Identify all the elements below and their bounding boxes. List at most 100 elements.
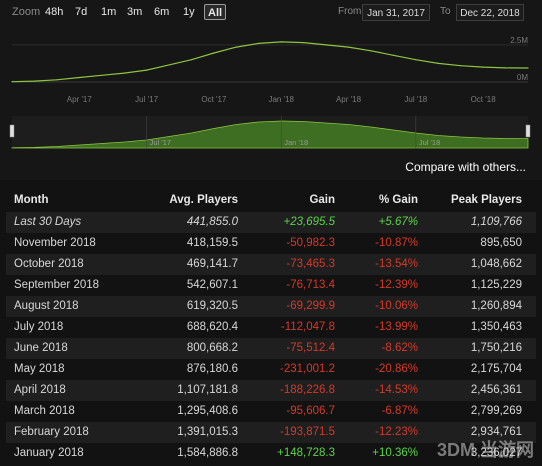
- data-point: [482, 66, 484, 68]
- cell-gain: -75,512.4: [286, 342, 335, 354]
- cell-peak-players: 2,456,361: [470, 384, 522, 396]
- cell-month: May 2018: [14, 363, 65, 375]
- data-point: [213, 52, 215, 54]
- navigator-tick-label: Jul '17: [150, 138, 171, 147]
- table-row: June 2018 800,668.2 -75,512.4 -8.62% 1,750,2…: [6, 338, 536, 359]
- cell-gain: -193,871.5: [280, 426, 335, 438]
- zoom-3m-button[interactable]: 3m: [124, 4, 145, 20]
- cell-pct-gain: +10.36%: [372, 447, 418, 459]
- x-tick-label: Jan '18: [268, 95, 294, 104]
- data-point: [258, 42, 260, 44]
- cell-pct-gain: -12.39%: [375, 279, 418, 291]
- cell-month: January 2018: [14, 447, 84, 459]
- from-label: From: [338, 6, 362, 17]
- cell-peak-players: 2,175,704: [470, 363, 522, 375]
- zoom-all-button[interactable]: All: [204, 4, 227, 20]
- data-point: [437, 62, 439, 65]
- cell-pct-gain: -20.86%: [375, 363, 418, 375]
- cell-month: September 2018: [14, 279, 100, 291]
- table-row: August 2018 619,320.5 -69,299.9 -10.06% 1,26…: [6, 296, 536, 317]
- data-point: [347, 46, 350, 48]
- header-month: Month: [14, 194, 49, 206]
- cell-month: June 2018: [14, 342, 68, 354]
- table-row: May 2018 876,180.6 -231,001.2 -20.86% 2,175,…: [6, 359, 536, 380]
- header-gain: Gain: [309, 194, 335, 206]
- data-point: [370, 50, 372, 52]
- x-tick-label: Apr '17: [67, 95, 93, 104]
- cell-avg-players: 1,391,015.3: [177, 426, 238, 438]
- x-tick-label: Apr '18: [336, 95, 362, 104]
- table-row: October 2018 469,141.7 -73,465.3 -13.54% 1,0…: [6, 254, 536, 275]
- x-tick-label: Oct '17: [201, 95, 227, 104]
- y-tick-label: 2.5M: [510, 36, 528, 45]
- to-date-input[interactable]: Dec 22, 2018: [456, 4, 524, 21]
- cell-month: Last 30 Days: [14, 216, 82, 228]
- table-header: Month Avg. Players Gain % Gain Peak Play…: [6, 188, 536, 212]
- data-point: [33, 80, 36, 82]
- cell-pct-gain: -10.87%: [375, 237, 418, 249]
- cell-month: October 2018: [14, 258, 84, 270]
- x-tick-label: Jul '17: [135, 95, 158, 104]
- cell-gain: -50,982.3: [286, 237, 335, 249]
- cell-gain: +23,695.5: [283, 216, 335, 228]
- cell-month: March 2018: [14, 405, 75, 417]
- chart-panel: Zoom 48h 7d 1m 3m 6m 1y All From Jan 31,…: [0, 0, 542, 180]
- cell-pct-gain: -6.87%: [381, 405, 418, 417]
- data-point: [460, 65, 462, 67]
- cell-peak-players: 1,350,463: [470, 321, 522, 333]
- cell-month: July 2018: [14, 321, 64, 333]
- cell-month: November 2018: [14, 237, 96, 249]
- cell-gain: -73,465.3: [286, 258, 335, 270]
- cell-gain: -231,001.2: [280, 363, 335, 375]
- data-point: [392, 54, 394, 56]
- data-point: [101, 74, 103, 76]
- zoom-bar: Zoom 48h 7d 1m 3m 6m 1y All From Jan 31,…: [0, 0, 542, 26]
- cell-pct-gain: -8.62%: [381, 342, 418, 354]
- monthly-stats-table: Month Avg. Players Gain % Gain Peak Play…: [6, 188, 536, 464]
- cell-avg-players: 441,855.0: [186, 216, 238, 228]
- header-avg-players: Avg. Players: [169, 194, 238, 206]
- cell-avg-players: 876,180.6: [186, 363, 238, 375]
- data-point: [11, 81, 13, 83]
- table-row: November 2018 418,159.5 -50,982.3 -10.87% 89…: [6, 233, 536, 254]
- cell-pct-gain: +5.67%: [378, 216, 418, 228]
- x-tick-label: Jul '18: [404, 95, 427, 104]
- navigator-left-handle[interactable]: [9, 124, 15, 138]
- table-row: April 2018 1,107,181.8 -188,226.8 -14.53% 2,…: [6, 380, 536, 401]
- cell-avg-players: 800,668.2: [186, 342, 238, 354]
- data-point: [235, 46, 237, 48]
- zoom-6m-button[interactable]: 6m: [151, 4, 172, 20]
- cell-avg-players: 1,584,886.8: [177, 447, 238, 459]
- data-point: [190, 59, 193, 61]
- zoom-label: Zoom: [12, 6, 41, 18]
- watermark: 3DM 当游网: [436, 440, 534, 460]
- table-row: March 2018 1,295,408.6 -95,606.7 -6.87% 2,79…: [6, 401, 536, 422]
- cell-pct-gain: -13.99%: [375, 321, 418, 333]
- navigator-right-handle[interactable]: [525, 124, 531, 138]
- cell-month: February 2018: [14, 426, 89, 438]
- data-point: [168, 64, 170, 66]
- table-body: Last 30 Days 441,855.0 +23,695.5 +5.67% 1,10…: [6, 212, 536, 464]
- cell-month: April 2018: [14, 384, 66, 396]
- from-date-input[interactable]: Jan 31, 2017: [362, 4, 430, 21]
- y-tick-label: 0M: [517, 73, 528, 82]
- table-row: Last 30 Days 441,855.0 +23,695.5 +5.67% 1,10…: [6, 212, 536, 233]
- data-point: [123, 72, 125, 74]
- x-tick-label: Oct '18: [471, 95, 497, 104]
- navigator-chart[interactable]: Jul '17 Jan '18 Jul '18: [0, 114, 542, 150]
- cell-pct-gain: -14.53%: [375, 384, 418, 396]
- compare-link[interactable]: Compare with others...: [405, 160, 526, 174]
- cell-peak-players: 2,799,269: [470, 405, 522, 417]
- cell-avg-players: 1,107,181.8: [177, 384, 238, 396]
- zoom-7d-button[interactable]: 7d: [72, 4, 90, 20]
- data-point: [504, 67, 507, 69]
- cell-peak-players: 1,048,662: [470, 258, 522, 270]
- data-point: [303, 42, 305, 44]
- cell-peak-players: 895,650: [480, 237, 522, 249]
- zoom-48h-button[interactable]: 48h: [42, 4, 66, 20]
- zoom-1y-button[interactable]: 1y: [180, 4, 198, 20]
- cell-gain: -69,299.9: [286, 300, 335, 312]
- zoom-1m-button[interactable]: 1m: [98, 4, 119, 20]
- cell-avg-players: 619,320.5: [186, 300, 238, 312]
- table-row: July 2018 688,620.4 -112,047.8 -13.99% 1,350…: [6, 317, 536, 338]
